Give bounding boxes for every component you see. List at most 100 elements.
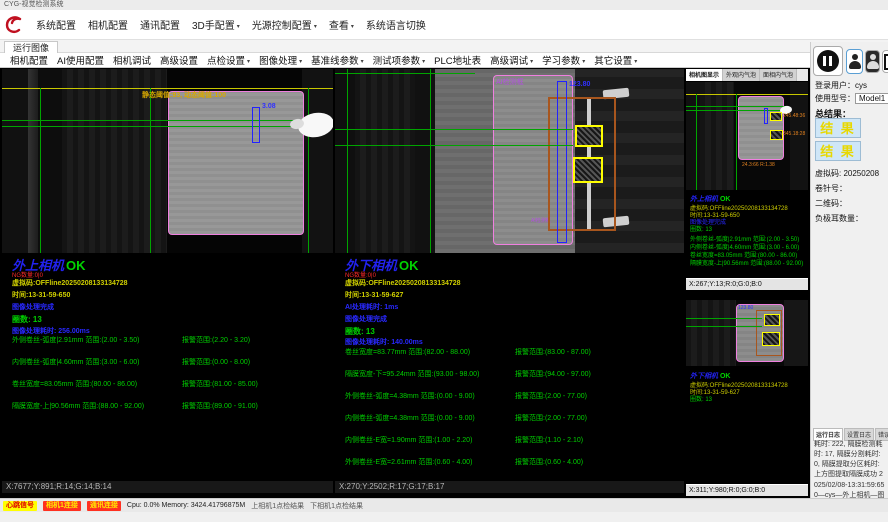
chevron-down-icon: ▾: [351, 24, 354, 30]
toolbar-label: 高级设置: [160, 56, 198, 67]
menu-item-label: 系统语言切换: [366, 21, 426, 32]
camera1-connection-badge: 相机1连接: [43, 501, 81, 511]
alarm-range: 报警范围:(0.00 - 8.00): [182, 357, 250, 367]
chevron-down-icon: ▾: [530, 59, 533, 65]
toolbar-camera-config[interactable]: 相机配置: [10, 53, 48, 67]
toolbar-learning-params[interactable]: 学习参数▾: [542, 53, 585, 67]
green-guideline: [2, 120, 308, 121]
toolbar-advanced-settings[interactable]: 高级设置: [160, 53, 198, 67]
tab-detect-box: [770, 130, 783, 140]
tab-detect-box: [573, 157, 603, 183]
measure-roi-box: [557, 81, 567, 243]
tab-run-image[interactable]: 运行图像: [4, 41, 58, 53]
toolbar-label: 高级调试: [490, 56, 528, 67]
menu-bar: 系统配置 相机配置 通讯配置 3D手配置▾ 光源控制配置▾ 查看▾ 系统语言切换: [0, 10, 888, 40]
preview-viewport-2[interactable]: 123.80: [686, 300, 808, 366]
separator-film-region: [168, 91, 304, 235]
measurement-row: 卷丝宽度=83.77mm 范围:(82.00 - 88.00): [345, 347, 470, 357]
toolbar-label: PLC地址表: [434, 56, 481, 67]
virtual-barcode: 虚拟码:OFFline20250208133134728: [12, 278, 128, 288]
measurement-row: 隔膜宽度-上|90.56mm 范围:(88.00 - 92.00): [12, 401, 144, 411]
toolbar-image-processing[interactable]: 图像处理▾: [259, 53, 302, 67]
toolbar-baseline-params[interactable]: 基准线参数▾: [311, 53, 364, 67]
green-guideline: [686, 318, 762, 319]
model-label: 使用型号：: [815, 94, 855, 103]
machine-band: [2, 69, 28, 253]
process-time-text: 图像处理耗时: 140.00ms: [345, 337, 423, 347]
toolbar-other-settings[interactable]: 其它设置▾: [594, 53, 637, 67]
virtual-barcode: 虚拟码:OFFline20250208133134728: [345, 278, 461, 288]
toolbar-plc-address-table[interactable]: PLC地址表: [434, 53, 481, 67]
preview-turns: 圈数: 13: [690, 224, 806, 233]
tab-detect-box: [575, 125, 603, 147]
machine-band: [686, 82, 700, 190]
preview-viewport-1[interactable]: 245.48:36 345.18:28 24.3:66 R:1.38: [686, 82, 808, 190]
machine-band: [415, 69, 435, 253]
preview-tab-surface-bubble[interactable]: 面相内气泡: [760, 69, 797, 81]
chevron-down-icon: ▾: [247, 59, 250, 65]
preview-turns: 圈数: 13: [690, 394, 806, 403]
toolbar-test-item-params[interactable]: 测试项参数▾: [373, 53, 426, 67]
menu-item-language-switch[interactable]: 系统语言切换: [366, 17, 426, 32]
preview-column: 相机图显示 外观内气泡 面相内气泡 245.48:36 345.18:28 24…: [686, 69, 808, 494]
pause-button[interactable]: [813, 46, 843, 76]
toolbar-label: 学习参数: [542, 56, 580, 67]
alarm-range: 报警范围:(2.20 - 3.20): [182, 335, 250, 345]
app-logo-icon: [4, 15, 24, 35]
alarm-range: 报警范围:(94.00 - 97.00): [515, 369, 591, 379]
result-box-lower: 结 果: [815, 141, 861, 161]
menu-item-light-control[interactable]: 光源控制配置▾: [252, 17, 317, 32]
machine-band: [686, 300, 736, 366]
preview-tab-camera-display[interactable]: 相机图显示: [686, 69, 723, 81]
chevron-down-icon: ▾: [299, 59, 302, 65]
measurement-row: 外侧卷丝-弧度|2.91mm 范围:(2.00 - 3.50): [12, 335, 139, 345]
model-select[interactable]: Model1: [855, 93, 888, 104]
result-time: 时间:13-31-59-650: [12, 290, 70, 300]
toolbar-advanced-debug[interactable]: 高级调试▾: [490, 53, 533, 67]
toolbar-label: 图像处理: [259, 56, 297, 67]
toolbar-camera-debug[interactable]: 相机调试: [113, 53, 151, 67]
machine-band: [355, 69, 415, 253]
user-switch-button[interactable]: [865, 50, 880, 73]
preview-tab-outer-bubble[interactable]: 外观内气泡: [723, 69, 760, 81]
toolbar-ai-usage-config[interactable]: AI使用配置: [57, 53, 104, 67]
process-done-text: 图像处理完成: [345, 314, 387, 324]
micro-measure-label: 345.18:28: [783, 131, 805, 137]
result-box-upper: 结 果: [815, 118, 861, 138]
menu-item-label: 光源控制配置: [252, 21, 312, 32]
measure-roi-box: [764, 108, 768, 124]
chevron-down-icon: ▾: [582, 59, 585, 65]
menu-item-comm-config[interactable]: 通讯配置: [140, 17, 180, 32]
tab-detect-box: [762, 332, 780, 346]
menu-item-3d-hand-config[interactable]: 3D手配置▾: [192, 17, 240, 32]
toolbar-spot-check[interactable]: 点检设置▾: [207, 53, 250, 67]
green-guideline: [335, 129, 573, 130]
green-guideline: [686, 326, 762, 327]
green-guideline: [736, 94, 737, 190]
status-bar: 心跳信号 相机1连接 通讯连接 Cpu: 0.0% Memory: 3424.4…: [0, 498, 888, 512]
green-guideline: [347, 69, 348, 253]
ai-box-label: AI检测框: [496, 77, 524, 87]
camera-viewport-lower-outer[interactable]: AI检测框 AI检测框 123.80: [335, 69, 684, 253]
pixel-coordinate-bar: X:7677;Y:891;R:14;G:14;B:14: [2, 481, 333, 493]
toolbar-label: AI使用配置: [57, 56, 104, 67]
measure-value-label: 123.80: [569, 81, 590, 88]
result-time: 时间:13-31-59-627: [345, 290, 403, 300]
status-ok: OK: [399, 258, 419, 273]
camera-viewport-upper-outer[interactable]: 3.08 静态阈值:93, 动态阈值:100: [2, 69, 333, 253]
pixel-coordinate-bar: X:311;Y:980;R:0;G:0;B:0: [686, 484, 808, 496]
chevron-down-icon: ▾: [634, 59, 637, 65]
menu-item-camera-config[interactable]: 相机配置: [88, 17, 128, 32]
exit-button[interactable]: →: [882, 50, 888, 73]
user-dark-icon: [867, 54, 879, 70]
pause-icon: [817, 50, 839, 72]
alarm-range: 报警范围:(2.00 - 77.00): [515, 413, 587, 423]
user-login-button[interactable]: [846, 49, 863, 74]
chevron-down-icon: ▾: [422, 59, 425, 65]
chevron-down-icon: ▾: [361, 59, 364, 65]
view-tabstrip: 运行图像: [0, 40, 888, 53]
green-guideline: [2, 126, 308, 127]
menu-item-system-config[interactable]: 系统配置: [36, 17, 76, 32]
alarm-range: 报警范围:(81.00 - 85.00): [182, 379, 258, 389]
menu-item-view[interactable]: 查看▾: [329, 17, 354, 32]
